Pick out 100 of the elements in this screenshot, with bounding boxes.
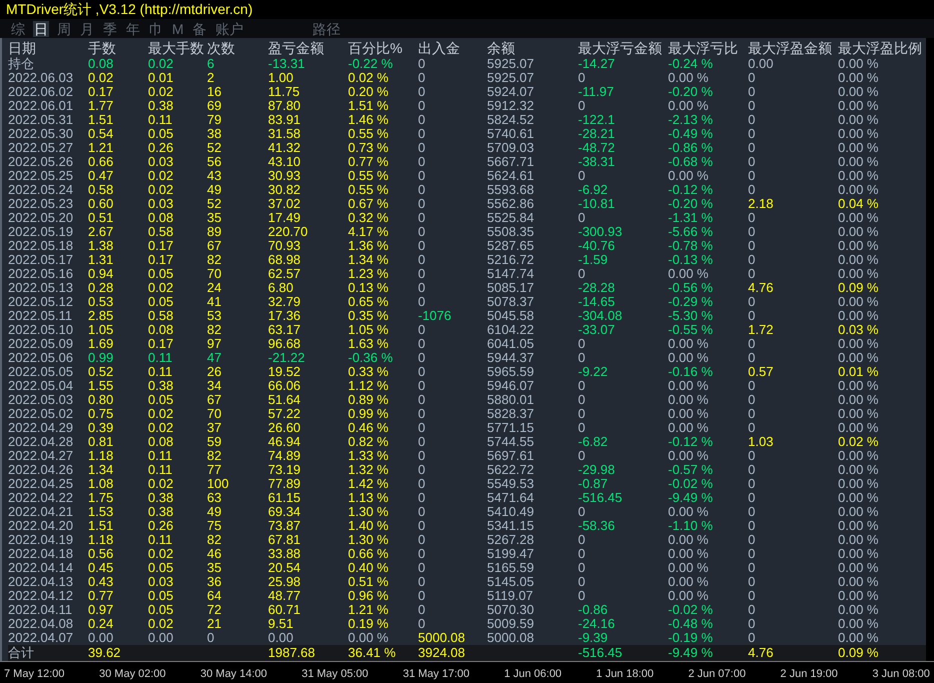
table-cell: 0 [748, 616, 756, 631]
table-cell: 0.24 [88, 616, 114, 631]
table-cell: 0.00 [88, 630, 114, 645]
tab[interactable]: 周 [56, 20, 72, 36]
column-header: 日期 [8, 40, 36, 56]
table-cell: 0.89 % [348, 392, 388, 407]
table-cell: 5199.47 [487, 546, 534, 561]
table-cell: 5145.05 [487, 574, 534, 589]
table-cell: 0 [418, 490, 426, 505]
table-cell: 0.73 % [348, 140, 388, 155]
table-cell: 67 [207, 392, 222, 407]
tab[interactable]: M [171, 20, 185, 36]
table-cell: 0.04 % [838, 196, 878, 211]
table-cell: -0.22 % [348, 56, 393, 71]
table-cell: 0 [748, 420, 756, 435]
axis-label: 1 Jun 06:00 [504, 666, 562, 682]
table-cell: 0 [578, 266, 586, 281]
table-cell: 20.54 [268, 560, 301, 575]
table-cell: 5740.61 [487, 126, 534, 141]
table-cell: 0.38 [148, 490, 174, 505]
table-cell: 87.80 [268, 98, 301, 113]
table-cell: 0.38 [148, 504, 174, 519]
table-cell: 0 [418, 238, 426, 253]
tab[interactable]: 季 [102, 20, 118, 36]
table-cell: -9.49 % [668, 645, 713, 660]
table-cell: 0.00 % [838, 84, 878, 99]
table-cell: 0.00 % [838, 308, 878, 323]
table-cell: 5471.64 [487, 490, 534, 505]
table-cell: 2022.05.12 [8, 294, 74, 309]
table-cell: 5085.17 [487, 280, 534, 295]
table-cell: 0 [207, 630, 214, 645]
table-cell: 24 [207, 280, 222, 295]
table-cell: 0.97 [88, 602, 114, 617]
table-cell: 68.98 [268, 252, 301, 267]
table-cell: -0.02 % [668, 476, 713, 491]
axis-label: 30 May 14:00 [200, 666, 268, 682]
table-cell: -0.78 % [668, 238, 713, 253]
table-cell: 0.55 % [348, 168, 388, 183]
table-cell: -304.08 [578, 308, 622, 323]
table-cell: 2022.05.06 [8, 350, 74, 365]
table-cell: 2022.04.29 [8, 420, 74, 435]
table-cell: 0.19 % [348, 616, 388, 631]
column-header: 百分比% [348, 40, 402, 56]
tab[interactable]: 账户 [214, 20, 245, 36]
table-cell: 35 [207, 210, 222, 225]
table-cell: 0 [748, 476, 756, 491]
tab[interactable]: 巾 [148, 20, 164, 36]
table-cell: 0 [418, 504, 426, 519]
table-cell: -21.22 [268, 350, 305, 365]
table-cell: 0.66 [88, 154, 114, 169]
table-cell: 2022.05.20 [8, 210, 74, 225]
table-cell: 36.41 % [348, 645, 396, 660]
tab[interactable]: 年 [125, 20, 141, 36]
table-cell: 5078.37 [487, 294, 534, 309]
table-cell: 0.55 % [348, 182, 388, 197]
table-cell: 0 [748, 70, 756, 85]
table-cell: -300.93 [578, 224, 622, 239]
table-cell: -0.55 % [668, 322, 713, 337]
table-cell: 0 [418, 280, 426, 295]
table-cell: 56 [207, 154, 222, 169]
table-cell: 63.17 [268, 322, 301, 337]
table-cell: 0 [748, 448, 756, 463]
table-cell: 2022.05.30 [8, 126, 74, 141]
table-cell: 2022.05.02 [8, 406, 74, 421]
table-cell: 0.00 % [668, 266, 708, 281]
table-cell: 79 [207, 112, 222, 127]
table-cell: 0.43 [88, 574, 114, 589]
table-cell: 0 [418, 560, 426, 575]
tab[interactable]: 备 [192, 20, 208, 36]
table-cell: 1.53 [88, 504, 114, 519]
table-cell: 1987.68 [268, 645, 315, 660]
table-cell: 0.17 [148, 336, 174, 351]
table-cell: 0.01 % [838, 364, 878, 379]
tab[interactable]: 路径 [312, 20, 342, 36]
table-cell: 0 [748, 588, 756, 603]
table-cell: 30.82 [268, 182, 301, 197]
table-cell: 0 [418, 378, 426, 393]
table-cell: -1.31 % [668, 210, 713, 225]
table-cell: 0 [578, 546, 586, 561]
table-cell: -14.65 [578, 294, 615, 309]
table-cell: 2022.05.19 [8, 224, 74, 239]
table-cell: 0.00 % [668, 168, 708, 183]
tab[interactable]: 综 [10, 20, 26, 36]
table-cell: -11.97 [578, 84, 614, 99]
table-cell: 0 [418, 126, 426, 141]
table-cell: 82 [207, 532, 222, 547]
tab[interactable]: 日 [33, 20, 49, 36]
table-cell: 77.89 [268, 476, 301, 491]
table-cell: -516.45 [578, 645, 622, 660]
table-cell: -0.68 % [668, 154, 713, 169]
table-cell: 0.00 % [838, 518, 878, 533]
table-cell: 5624.61 [487, 168, 534, 183]
tab[interactable]: 月 [79, 20, 95, 36]
table-cell: 5119.07 [487, 588, 534, 603]
table-cell: 0.60 [88, 196, 114, 211]
table-cell: 1.51 [88, 518, 114, 533]
table-cell: 2022.04.12 [8, 588, 74, 603]
table-cell: 2022.05.09 [8, 336, 74, 351]
table-cell: 0 [748, 378, 756, 393]
table-cell: 1.34 % [348, 252, 388, 267]
